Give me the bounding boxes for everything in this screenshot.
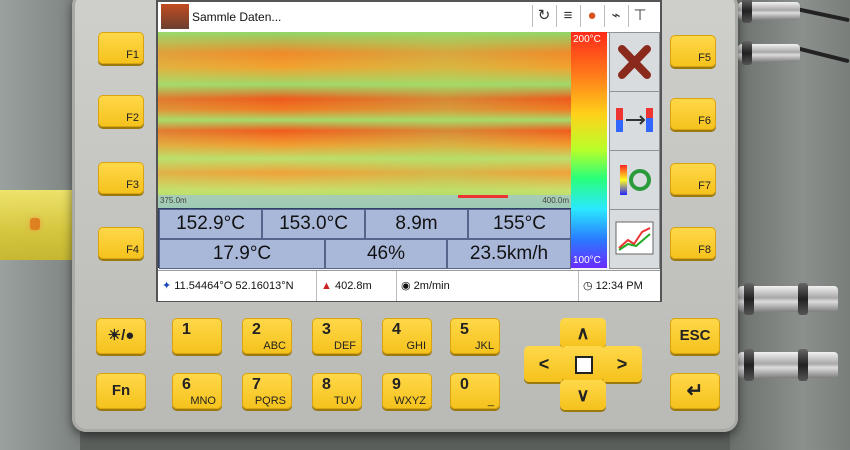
key-5[interactable]: 5 JKL xyxy=(450,318,500,354)
refresh-scale-icon xyxy=(620,165,651,195)
key-2[interactable]: 2 ABC xyxy=(242,318,292,354)
cancel-icon xyxy=(618,45,651,79)
elevation-field: ▲ 402.8m xyxy=(316,271,395,301)
f7-key[interactable]: F7 xyxy=(670,163,716,195)
dpad-center xyxy=(562,346,604,382)
f3-key[interactable]: F3 xyxy=(98,162,144,194)
dpad-up[interactable]: ∧ xyxy=(560,318,606,348)
f4-key[interactable]: F4 xyxy=(98,227,144,259)
f2-key[interactable]: F2 xyxy=(98,95,144,127)
status-bar: Sammle Daten... ↻ ≡ ● ⌁ ⊤ xyxy=(158,2,660,33)
key-0[interactable]: 0 _ xyxy=(450,373,500,409)
direction-pad: ∧ < > ∨ xyxy=(524,318,642,410)
reading-temp-1: 152.9°C xyxy=(159,209,262,239)
key-8[interactable]: 8 TUV xyxy=(312,373,362,409)
f1-key[interactable]: F1 xyxy=(98,32,144,64)
swap-icon xyxy=(616,108,653,132)
dpad-down[interactable]: ∨ xyxy=(560,380,606,410)
elevation-value: 402.8m xyxy=(334,280,372,292)
connector-3 xyxy=(738,283,838,315)
clock-icon: ◷ xyxy=(583,280,593,292)
brightness-key[interactable]: ☀/● xyxy=(96,318,146,354)
chart-icon xyxy=(615,221,654,255)
key-1[interactable]: 1 xyxy=(172,318,222,354)
chart-button[interactable] xyxy=(609,209,660,269)
esc-key[interactable]: ESC xyxy=(670,318,720,354)
dpad-right[interactable]: > xyxy=(602,346,642,382)
readings-panel: 152.9°C 153.0°C 8.9m 155°C 17.9°C 46% 23… xyxy=(158,208,571,269)
compass-icon[interactable]: ● xyxy=(580,5,603,27)
key-6[interactable]: 6 MNO xyxy=(172,373,222,409)
gauge-icon: ◉ xyxy=(401,280,411,292)
road-thumbnail xyxy=(161,4,189,29)
connector-4 xyxy=(738,349,838,381)
speed-value: 2m/min xyxy=(413,280,450,292)
key-4[interactable]: 4 GHI xyxy=(382,318,432,354)
device-body: F1 F2 F3 F4 F5 F6 F7 F8 Sammle Daten... … xyxy=(72,0,738,432)
time-field: ◷ 12:34 PM xyxy=(578,271,661,301)
thermal-overlay xyxy=(158,32,571,208)
scale-min: 100°C xyxy=(573,255,601,266)
status-text: Sammle Daten... xyxy=(192,10,282,24)
key-7[interactable]: 7 PQRS xyxy=(242,373,292,409)
temperature-scale: 200°C 100°C xyxy=(571,32,607,268)
scale-refresh-button[interactable] xyxy=(609,150,660,210)
connector-1 xyxy=(738,0,800,23)
key-3[interactable]: 3 DEF xyxy=(312,318,362,354)
end-distance: 400.0m xyxy=(542,196,569,205)
reading-temp-2: 153.0°C xyxy=(262,209,365,239)
reading-temp-3: 155°C xyxy=(468,209,571,239)
scale-max: 200°C xyxy=(573,34,601,45)
reading-air-temp: 17.9°C xyxy=(159,239,325,269)
start-distance: 375.0m xyxy=(160,196,187,205)
speed-field: ◉ 2m/min xyxy=(396,271,571,301)
cancel-button[interactable] xyxy=(609,32,660,92)
usb-led xyxy=(30,218,40,230)
reading-wind: 23.5km/h xyxy=(447,239,571,269)
refresh-icon[interactable]: ↻ xyxy=(532,5,555,27)
layers-icon[interactable]: ≡ xyxy=(556,5,579,27)
gps-field: ✦ 11.54464°O 52.16013°N xyxy=(158,271,314,301)
swap-button[interactable] xyxy=(609,91,660,151)
reading-humidity: 46% xyxy=(325,239,447,269)
connector-2 xyxy=(738,41,800,65)
dpad-left[interactable]: < xyxy=(524,346,564,382)
enter-key[interactable]: ↵ xyxy=(670,373,720,409)
reading-width: 8.9m xyxy=(365,209,468,239)
usb-stick xyxy=(0,190,82,260)
paver-icon: ▲ xyxy=(321,280,332,292)
time-value: 12:34 PM xyxy=(595,280,643,292)
f5-key[interactable]: F5 xyxy=(670,35,716,67)
gps-icon: ✦ xyxy=(162,280,172,292)
satellite-dish-icon[interactable]: ⌁ xyxy=(604,5,627,27)
fn-key[interactable]: Fn xyxy=(96,373,146,409)
bottom-status-bar: ✦ 11.54464°O 52.16013°N ▲ 402.8m ◉ 2m/mi… xyxy=(158,270,660,301)
distance-axis: 375.0m 400.0m xyxy=(158,195,571,208)
gps-coordinates: 11.54464°O 52.16013°N xyxy=(174,280,294,292)
display-screen: Sammle Daten... ↻ ≡ ● ⌁ ⊤ 375.0m 400.0m … xyxy=(156,0,662,302)
f6-key[interactable]: F6 xyxy=(670,98,716,130)
sensor-icon[interactable]: ⊤ xyxy=(628,5,651,27)
f8-key[interactable]: F8 xyxy=(670,227,716,259)
position-marker xyxy=(458,195,508,198)
key-9[interactable]: 9 WXYZ xyxy=(382,373,432,409)
background-right xyxy=(730,0,850,450)
